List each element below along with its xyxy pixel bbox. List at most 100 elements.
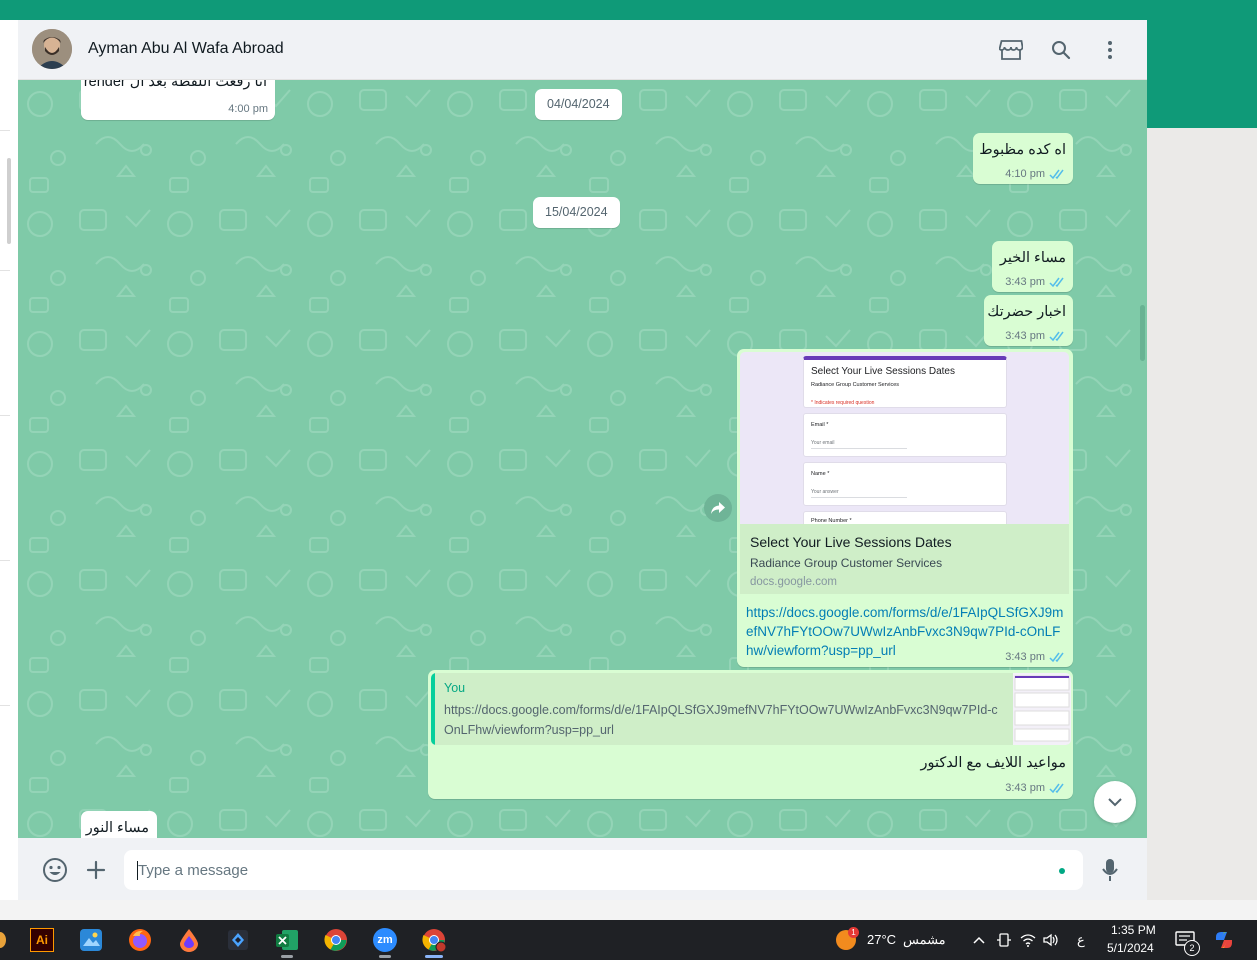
avatar[interactable] — [32, 29, 72, 69]
date-divider: 15/04/2024 — [533, 197, 620, 228]
weather-temperature[interactable]: 27°C — [867, 932, 896, 947]
quoted-message[interactable]: You https://docs.google.com/forms/d/e/1F… — [431, 673, 1071, 745]
form-header-card: Select Your Live Sessions Dates Radiance… — [803, 356, 1007, 408]
read-receipt-icon — [1049, 169, 1064, 180]
forward-button[interactable] — [704, 494, 732, 522]
quote-text: https://docs.google.com/forms/d/e/1FAIpQ… — [444, 703, 998, 737]
message-text: اخبار حضرتك — [987, 304, 1066, 320]
chat-list-edge — [0, 20, 19, 900]
form-field-card: Email * Your email — [803, 413, 1007, 457]
message-time: 4:10 pm — [1005, 168, 1045, 180]
chat-list-scrollbar[interactable] — [7, 158, 11, 244]
clock-time[interactable]: 1:35 PM — [1111, 923, 1156, 937]
text-caret — [137, 861, 138, 880]
form-field-line — [811, 448, 907, 449]
form-subtitle: Radiance Group Customer Services — [811, 382, 900, 388]
message-outgoing-link[interactable]: Select Your Live Sessions Dates Radiance… — [737, 349, 1073, 667]
divider — [0, 560, 10, 561]
more-vert-icon[interactable] — [1097, 37, 1123, 63]
form-required-note: * Indicates required question — [811, 400, 875, 406]
chat-header: Ayman Abu Al Wafa Abroad — [18, 20, 1147, 80]
volume-icon[interactable] — [1043, 932, 1059, 948]
weather-badge: 1 — [848, 927, 859, 938]
quote-author: You — [444, 681, 466, 695]
message-time: 3:43 pm — [1005, 276, 1045, 288]
taskbar: Ai zm 1 27°C مشمس ع 1:35 PM 5/1/2024 2 — [0, 920, 1257, 960]
read-receipt-icon — [1049, 783, 1064, 794]
illustrator-icon[interactable]: Ai — [27, 925, 57, 955]
form-field-card: Phone Number * — [803, 511, 1007, 524]
mic-icon[interactable] — [1097, 857, 1123, 883]
chevron-up-icon[interactable] — [971, 932, 987, 948]
divider — [0, 130, 10, 131]
message-incoming[interactable]: انا رفعت اللقطة بعد ال render 4:00 pm — [81, 80, 275, 120]
chat-conversation[interactable]: انا رفعت اللقطة بعد ال render 4:00 pm 04… — [18, 80, 1147, 838]
message-text: مواعيد اللايف مع الدكتور — [920, 755, 1066, 771]
drop-icon[interactable] — [174, 925, 204, 955]
forward-icon — [711, 502, 725, 514]
background-panel — [1147, 128, 1257, 920]
chevron-down-icon — [1108, 797, 1122, 806]
status-dot — [1059, 868, 1065, 874]
active-indicator — [425, 955, 443, 958]
form-title: Select Your Live Sessions Dates — [811, 366, 955, 377]
message-time: 3:43 pm — [1005, 651, 1045, 663]
chrome-icon[interactable] — [321, 925, 351, 955]
store-icon[interactable] — [998, 37, 1024, 63]
clock-date[interactable]: 5/1/2024 — [1107, 941, 1154, 955]
link-preview-description: Radiance Group Customer Services — [750, 556, 943, 570]
message-text: مساء النور — [85, 820, 149, 836]
message-outgoing[interactable]: اخبار حضرتك 3:43 pm — [984, 295, 1073, 346]
form-field-label: Email * — [811, 422, 829, 428]
window-top-bar — [0, 0, 1257, 20]
form-field-hint: Your answer — [811, 489, 839, 495]
message-text: انا رفعت اللقطة بعد ال render — [83, 80, 267, 90]
search-icon[interactable] — [1048, 37, 1074, 63]
link-preview-title: Select Your Live Sessions Dates — [750, 534, 952, 550]
keyboard-language[interactable]: ع — [1077, 932, 1085, 948]
message-outgoing-reply[interactable]: You https://docs.google.com/forms/d/e/1F… — [428, 670, 1073, 799]
app-icon[interactable] — [223, 925, 253, 955]
background-accent-band — [1147, 20, 1257, 128]
read-receipt-icon — [1049, 331, 1064, 342]
copilot-icon[interactable] — [1213, 929, 1235, 951]
device-icon[interactable] — [996, 932, 1012, 948]
date-divider: 04/04/2024 — [535, 89, 622, 120]
divider — [0, 705, 10, 706]
message-input[interactable] — [124, 850, 1083, 890]
active-indicator — [379, 955, 391, 958]
message-incoming[interactable]: مساء النور — [81, 811, 157, 838]
wifi-icon[interactable] — [1020, 932, 1036, 948]
contact-name[interactable]: Ayman Abu Al Wafa Abroad — [88, 40, 284, 58]
firefox-icon[interactable] — [125, 925, 155, 955]
partial-app-icon[interactable] — [0, 932, 6, 948]
form-field-label: Name * — [811, 471, 830, 477]
emoji-icon[interactable] — [42, 857, 68, 883]
read-receipt-icon — [1049, 652, 1064, 663]
form-field-line — [811, 497, 907, 498]
link-preview-domain: docs.google.com — [750, 576, 837, 588]
scroll-to-bottom-button[interactable] — [1094, 781, 1136, 823]
plus-icon[interactable] — [83, 857, 109, 883]
form-field-card: Name * Your answer — [803, 462, 1007, 506]
notification-count-badge: 2 — [1184, 940, 1200, 956]
active-indicator — [281, 955, 293, 958]
message-time: 4:00 pm — [228, 103, 268, 115]
message-text: اه كده مظبوط — [979, 142, 1066, 158]
message-outgoing[interactable]: اه كده مظبوط 4:10 pm — [973, 133, 1073, 184]
quote-accent-bar — [431, 673, 435, 745]
divider — [0, 415, 10, 416]
excel-icon[interactable] — [272, 925, 302, 958]
paint-icon[interactable] — [76, 925, 106, 955]
quote-thumbnail — [1013, 673, 1071, 745]
message-time: 3:43 pm — [1005, 782, 1045, 794]
link-preview-image[interactable]: Select Your Live Sessions Dates Radiance… — [740, 352, 1069, 524]
message-outgoing[interactable]: مساء الخير 3:43 pm — [992, 241, 1073, 292]
conversation-scrollbar[interactable] — [1140, 305, 1145, 361]
chrome-profile-icon[interactable] — [419, 925, 449, 958]
zoom-icon[interactable]: zm — [370, 925, 400, 958]
form-field-hint: Your email — [811, 440, 835, 446]
divider — [0, 270, 10, 271]
link-preview-card[interactable]: Select Your Live Sessions Dates Radiance… — [740, 524, 1069, 594]
weather-condition[interactable]: مشمس — [903, 932, 946, 948]
